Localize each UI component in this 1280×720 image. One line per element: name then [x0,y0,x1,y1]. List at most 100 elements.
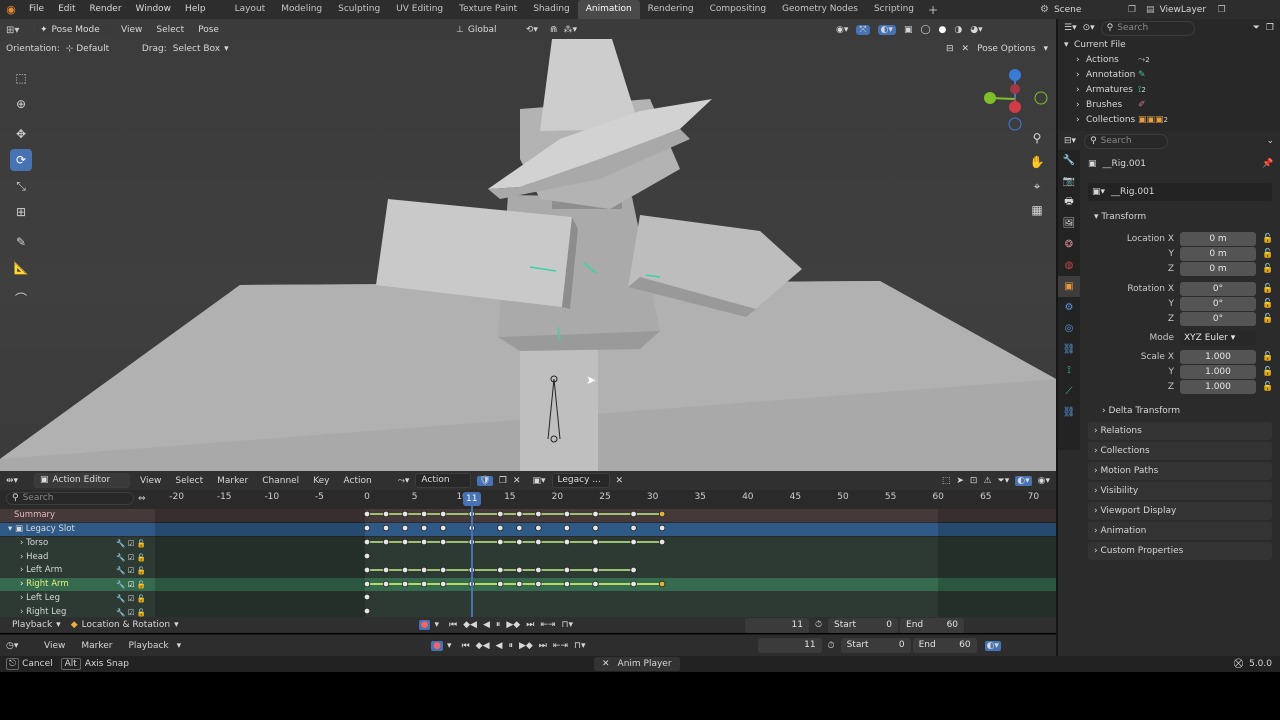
keyframe[interactable] [592,524,599,532]
keyframe[interactable] [535,580,542,588]
channel-search[interactable]: ⚲ Search [6,492,134,505]
keyframe[interactable] [592,510,599,518]
scene-tab-icon[interactable]: ❂ [1058,234,1080,255]
keyframe[interactable] [630,580,637,588]
mirror-icon[interactable]: ⊟ [946,44,954,54]
timeline-menu-playback[interactable]: Playback [120,641,176,651]
tab-animation[interactable]: Animation [577,0,640,19]
overlay-icon[interactable]: ◐▾ [877,25,896,35]
play-reverse-icon[interactable]: ◀ [496,641,503,651]
constraint-tab-icon[interactable]: ⛓ [1058,339,1080,360]
pan-hand-icon[interactable]: ✋ [1028,155,1046,179]
add-workspace-icon[interactable]: + [922,3,944,17]
keyframe[interactable] [382,524,390,532]
timeline-start-field[interactable]: Start 0 [840,638,911,653]
render-tab-icon[interactable]: 📷 [1058,171,1080,192]
timeline-menu-view[interactable]: View [36,641,73,651]
jump-next-key-icon[interactable]: ▶◆ [519,641,533,651]
keyframe[interactable] [363,593,371,601]
ae-menu-select[interactable]: Select [171,476,207,486]
ae-menu-action[interactable]: Action [340,476,376,486]
keyframe[interactable] [497,524,504,532]
physics-tab-icon[interactable]: ◎ [1058,318,1080,339]
keyframe[interactable] [658,510,666,518]
timeline-overlay-icon[interactable]: ◐▾ [984,640,1001,651]
slot-icon[interactable]: ▣▾ [532,476,545,486]
keyframe[interactable] [592,538,599,546]
select-box-icon[interactable]: ⬚ [10,67,32,89]
filter-icon[interactable]: ⏷ [1253,23,1260,33]
tab-uv-editing[interactable]: UV Editing [388,0,451,19]
keyframe[interactable] [535,524,542,532]
keyframe[interactable] [535,538,542,546]
delta-transform-subpanel[interactable]: › Delta Transform [1102,404,1180,418]
ae-overlay-icon[interactable]: ◐▾ [1015,475,1032,486]
bone-tool-icon[interactable]: ⌒ [10,287,32,309]
keyframe[interactable] [401,566,409,574]
keyframe[interactable] [630,538,637,546]
sync-icon[interactable]: ⊓▾ [561,620,573,630]
properties-search[interactable]: ⚲ Search [1084,133,1169,149]
start-frame-field[interactable]: Start 0 [828,617,899,633]
lock-icon[interactable]: 🔓 [1262,314,1273,324]
menu-edit[interactable]: Edit [51,0,82,19]
ortho-grid-icon[interactable]: ▦ [1028,203,1046,227]
lock-icon[interactable]: 🔓 [1262,249,1273,259]
tab-scripting[interactable]: Scripting [866,0,922,19]
object-datablock[interactable]: ▣▾ __Rig.001 [1088,183,1272,201]
scale-z-field[interactable]: 1.000 [1180,379,1256,394]
keyframe[interactable] [516,566,523,574]
viewport-menu-view[interactable]: View [114,25,149,35]
menu-file[interactable]: File [22,0,51,19]
preview-range-icon[interactable]: ⏱ [828,641,835,651]
keyframe[interactable] [630,510,637,518]
view-layer-tab-icon[interactable]: 🖼 [1058,213,1080,234]
bone-tab-icon[interactable]: ⟋ [1058,381,1080,402]
keyframe[interactable] [535,510,542,518]
tab-texture-paint[interactable]: Texture Paint [451,0,525,19]
show-hidden-icon[interactable]: ⊡ [970,476,978,486]
shading-material-icon[interactable]: ◑ [954,25,962,35]
lock-icon[interactable]: 🔓 [1262,284,1273,294]
record-options-icon[interactable]: ▾ [447,641,452,651]
keyframe[interactable] [420,566,428,574]
step-icon[interactable]: ⇤⇥ [553,641,568,651]
outliner-item-collections[interactable]: › Collections ▣▣▣ 2 [1064,112,1280,127]
view-layer-name[interactable]: ViewLayer [1160,5,1218,15]
keyframe[interactable] [497,566,504,574]
keyframe[interactable] [401,510,409,518]
keyframe[interactable] [658,580,666,588]
zoom-icon[interactable]: ⚲ [1028,131,1046,155]
tab-rendering[interactable]: Rendering [640,0,702,19]
keyframe[interactable] [363,607,371,615]
action-browse-icon[interactable]: ⤳▾ [398,476,410,486]
scene-selector[interactable]: ⚙ Scene ❐ ▤ ViewLayer ❐ [1040,2,1226,17]
keyframe[interactable] [497,510,504,518]
keyframe[interactable] [401,580,409,588]
keyframe[interactable] [563,580,571,588]
ae-menu-channel[interactable]: Channel [258,476,303,486]
scale-y-field[interactable]: 1.000 [1180,364,1256,379]
viewport-menu-pose[interactable]: Pose [191,25,226,35]
outliner-item-armatures[interactable]: › Armatures ⟟ 2 [1064,82,1280,97]
menu-render[interactable]: Render [83,0,129,19]
record-options-icon[interactable]: ▾ [434,620,439,630]
transform-orientation[interactable]: Global [468,25,526,35]
navigation-gizmo[interactable] [980,67,1050,131]
rotation-mode-dropdown[interactable]: XYZ Euler ▾ [1180,330,1256,345]
scale-x-field[interactable]: 1.000 [1180,349,1256,364]
location-y-field[interactable]: 0 m [1180,246,1256,261]
lock-icon[interactable]: 🔓 [1262,352,1273,362]
object-tab-icon[interactable]: ▣ [1058,276,1080,297]
snap-options-icon[interactable]: ⁂▾ [563,25,577,35]
keyframe[interactable] [516,580,523,588]
ae-menu-view[interactable]: View [136,476,165,486]
location-x-field[interactable]: 0 m [1180,231,1256,246]
camera-icon[interactable]: ⌖ [1028,179,1046,203]
transform-icon[interactable]: ⊞ [10,201,32,223]
xray-icon[interactable]: ▣ [904,25,913,35]
keyframe[interactable] [535,566,542,574]
keyframe[interactable] [497,580,504,588]
keyframe[interactable] [516,510,523,518]
transform-panel-header[interactable]: ▾ Transform [1088,208,1272,226]
